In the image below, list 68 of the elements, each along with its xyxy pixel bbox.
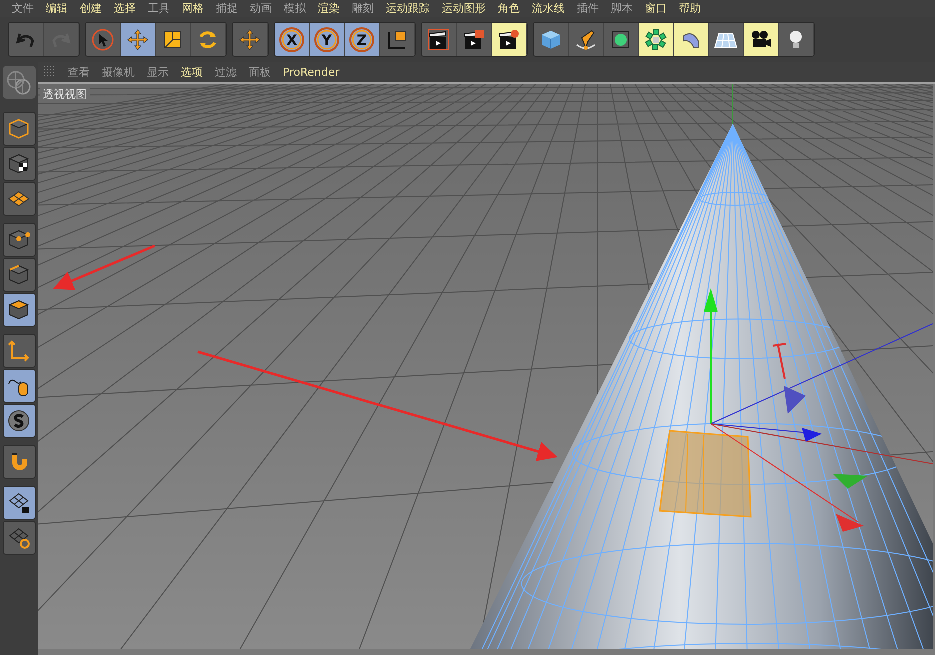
- s-circle-icon: [7, 409, 31, 433]
- mode-button[interactable]: [2, 521, 36, 555]
- mode-button[interactable]: [2, 445, 36, 479]
- toolbar-button[interactable]: Y: [310, 23, 345, 56]
- viewport-menu-item[interactable]: 过滤: [209, 64, 243, 80]
- move-arrows-icon: [238, 28, 262, 52]
- menu-item[interactable]: 插件: [571, 1, 605, 16]
- menu-item[interactable]: 捕捉: [210, 1, 244, 16]
- toolbar-button[interactable]: [492, 23, 527, 56]
- cube-edge-icon: [7, 263, 31, 287]
- axis-letter-icon: Z: [349, 26, 375, 52]
- clapperboard-icon: [427, 28, 451, 52]
- menu-item[interactable]: 雕刻: [346, 1, 380, 16]
- cursor-icon: [91, 28, 115, 52]
- clapperboard-icon: [497, 28, 521, 52]
- menu-item[interactable]: 选择: [108, 1, 142, 16]
- menu-item[interactable]: 创建: [74, 1, 108, 16]
- toolbar-button[interactable]: [639, 23, 674, 56]
- menu-item[interactable]: 工具: [142, 1, 176, 16]
- checker-cube-icon: [7, 152, 31, 176]
- axis-icon: [7, 339, 31, 363]
- menu-item[interactable]: 流水线: [526, 1, 571, 16]
- mode-button[interactable]: [2, 182, 36, 216]
- clapperboard-icon: [462, 28, 486, 52]
- mode-button[interactable]: [2, 334, 36, 368]
- grip-icon: [44, 66, 56, 78]
- menu-item[interactable]: 文件: [6, 1, 40, 16]
- cube-points-icon: [7, 228, 31, 252]
- toolbar-button[interactable]: [674, 23, 709, 56]
- viewport-menu-item[interactable]: 选项: [175, 64, 209, 80]
- viewport-menu-item[interactable]: ProRender: [277, 66, 346, 78]
- axis-letter-icon: X: [279, 26, 305, 52]
- viewport-menu-item[interactable]: 面板: [243, 64, 277, 80]
- menu-item[interactable]: 脚本: [605, 1, 639, 16]
- mode-button[interactable]: [2, 369, 36, 403]
- axis-letter-icon: Y: [314, 26, 340, 52]
- menu-item[interactable]: 角色: [492, 1, 526, 16]
- menu-item[interactable]: 运动跟踪: [380, 1, 436, 16]
- menu-item[interactable]: 编辑: [40, 1, 74, 16]
- menu-item[interactable]: 帮助: [673, 1, 707, 16]
- mode-button[interactable]: [2, 404, 36, 438]
- menu-item[interactable]: 网格: [176, 1, 210, 16]
- pen-icon: [574, 28, 598, 52]
- toolbar-button[interactable]: [422, 23, 457, 56]
- cube-face-icon: [7, 298, 31, 322]
- menu-item[interactable]: 窗口: [639, 1, 673, 16]
- menu-item[interactable]: 运动图形: [436, 1, 492, 16]
- toolbar-button[interactable]: [534, 23, 569, 56]
- viewport-menu-item[interactable]: 摄像机: [96, 64, 141, 80]
- toolbar-button[interactable]: [744, 23, 779, 56]
- cube-icon: [7, 117, 31, 141]
- mode-button[interactable]: [2, 112, 36, 146]
- mode-button[interactable]: [2, 223, 36, 257]
- grid-rotate-icon: [7, 526, 31, 550]
- toolbar-button[interactable]: X: [275, 23, 310, 56]
- viewport-menu-item[interactable]: 查看: [62, 64, 96, 80]
- move-arrows-icon: [126, 28, 150, 52]
- toolbar-button[interactable]: Z: [345, 23, 380, 56]
- globe-logo-icon: [2, 66, 36, 99]
- menu-item[interactable]: 动画: [244, 1, 278, 16]
- grid-lock-icon: [7, 491, 31, 515]
- cloner-icon: [644, 28, 668, 52]
- mode-button[interactable]: [2, 293, 36, 327]
- mode-button[interactable]: [2, 147, 36, 181]
- menu-item[interactable]: 渲染: [312, 1, 346, 16]
- viewport-menu-item[interactable]: 显示: [141, 64, 175, 80]
- menu-item[interactable]: 模拟: [278, 1, 312, 16]
- mode-button[interactable]: [2, 486, 36, 520]
